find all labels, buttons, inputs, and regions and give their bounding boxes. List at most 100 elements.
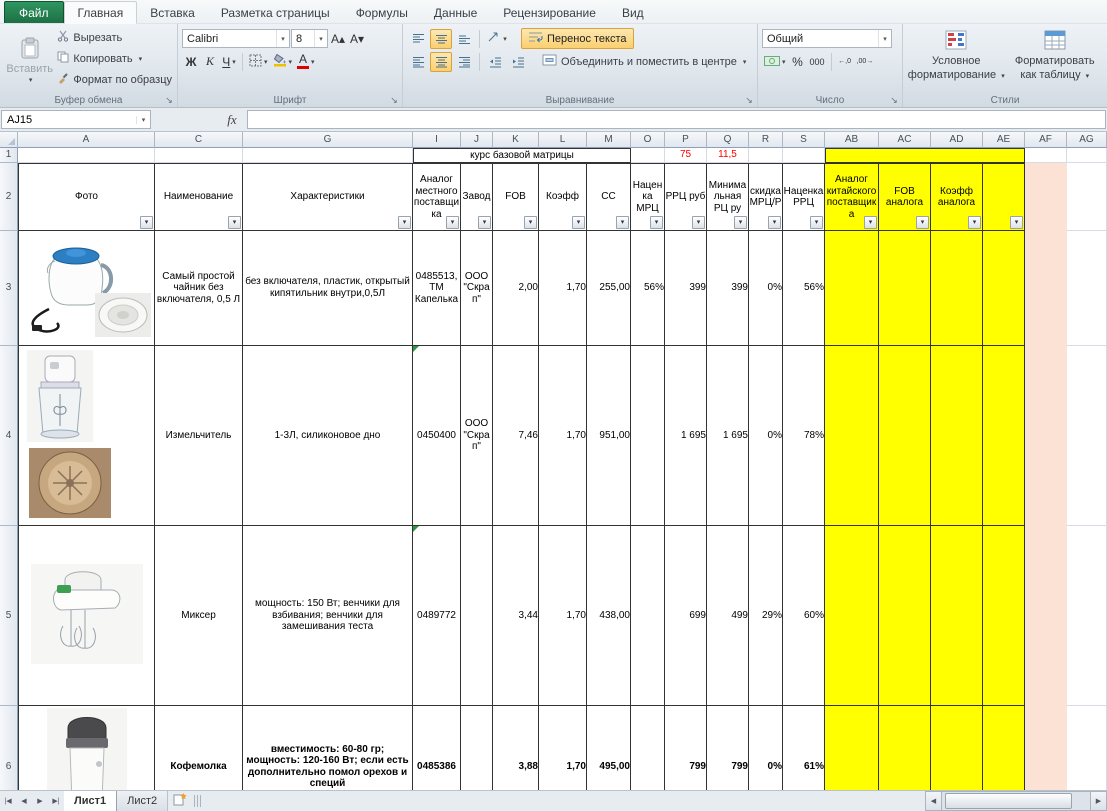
cell-rrc-row4[interactable]: 1 695 bbox=[665, 345, 707, 526]
format-painter-button[interactable]: Формат по образцу bbox=[55, 69, 174, 90]
cell-coeff-row3[interactable]: 1,70 bbox=[539, 231, 587, 346]
ribbon-tab-4[interactable]: Формулы bbox=[343, 2, 421, 23]
cell-markup-mrc-row5[interactable] bbox=[631, 526, 665, 706]
percent-style-button[interactable]: % bbox=[789, 52, 807, 72]
select-all-corner[interactable] bbox=[0, 132, 18, 148]
filter-button-name[interactable]: ▾ bbox=[228, 216, 241, 229]
increase-decimal-button[interactable]: ←,0 bbox=[836, 52, 854, 72]
photo-mixer[interactable] bbox=[18, 526, 155, 706]
empty-cell[interactable] bbox=[1067, 526, 1107, 706]
cell-markup-mrc-row4[interactable] bbox=[631, 345, 665, 526]
previous-sheet-button[interactable]: ◀ bbox=[16, 791, 32, 811]
filter-button-discount[interactable]: ▾ bbox=[768, 216, 781, 229]
copy-dropdown-arrow[interactable]: ▾ bbox=[139, 55, 143, 63]
empty-cell[interactable] bbox=[155, 148, 243, 163]
wrap-text-button[interactable]: Перенос текста bbox=[521, 28, 634, 49]
filter-button-coeff-analog[interactable]: ▾ bbox=[968, 216, 981, 229]
number-dialog-launcher[interactable]: ↘ bbox=[888, 94, 900, 106]
number-format-dropdown-arrow[interactable]: ▾ bbox=[878, 30, 891, 47]
cell-min-rc-row3[interactable]: 399 bbox=[707, 231, 749, 346]
font-color-button[interactable]: А ▾ bbox=[295, 52, 317, 72]
cell-discount-row5[interactable]: 29% bbox=[749, 526, 783, 706]
empty-cell[interactable] bbox=[1025, 148, 1067, 163]
ribbon-tab-1[interactable]: Главная bbox=[63, 1, 138, 24]
cell-local-analog-row5[interactable]: 0489772 bbox=[413, 526, 461, 706]
file-tab[interactable]: Файл bbox=[4, 1, 64, 23]
empty-cell[interactable] bbox=[1067, 706, 1107, 790]
number-format-select[interactable]: Общий ▾ bbox=[762, 29, 892, 48]
align-middle-button[interactable] bbox=[430, 28, 452, 49]
font-size-select[interactable]: 8 ▾ bbox=[291, 29, 328, 48]
insert-function-button[interactable]: fx bbox=[217, 112, 247, 128]
empty-cell[interactable] bbox=[1067, 163, 1107, 231]
filter-button-factory[interactable]: ▾ bbox=[478, 216, 491, 229]
filter-button-photo[interactable]: ▾ bbox=[140, 216, 153, 229]
cell-markup-rrc-row6[interactable]: 61% bbox=[783, 706, 825, 790]
cell-min-rc-row4[interactable]: 1 695 bbox=[707, 345, 749, 526]
empty-cell[interactable] bbox=[1025, 345, 1067, 526]
empty-cell[interactable] bbox=[1025, 526, 1067, 706]
cell-discount-row3[interactable]: 0% bbox=[749, 231, 783, 346]
cell-fob-row5[interactable]: 3,44 bbox=[493, 526, 539, 706]
row-header-5[interactable]: 5 bbox=[0, 526, 18, 706]
header-china-analog[interactable]: Аналог китайского поставщика ▾ bbox=[825, 163, 879, 231]
clipboard-dialog-launcher[interactable]: ↘ bbox=[163, 94, 175, 106]
cell-fob-row3[interactable]: 2,00 bbox=[493, 231, 539, 346]
filter-button-specs[interactable]: ▾ bbox=[398, 216, 411, 229]
conditional-formatting-button[interactable]: Условное форматирование ▾ bbox=[907, 27, 1006, 83]
format-as-table-button[interactable]: Форматировать как таблицу ▾ bbox=[1006, 27, 1105, 83]
empty-cell[interactable] bbox=[1025, 163, 1067, 231]
filter-button-fob-analog[interactable]: ▾ bbox=[916, 216, 929, 229]
ribbon-tab-6[interactable]: Рецензирование bbox=[490, 2, 609, 23]
cell-rrc-row3[interactable]: 399 bbox=[665, 231, 707, 346]
header-coeff-analog[interactable]: Коэфф аналога ▾ bbox=[931, 163, 983, 231]
empty-cell[interactable] bbox=[1025, 706, 1067, 790]
cell-discount-row4[interactable]: 0% bbox=[749, 345, 783, 526]
merge-center-button[interactable]: Объединить и поместить в центре ▾ bbox=[538, 51, 750, 72]
header-fob[interactable]: FOB ▾ bbox=[493, 163, 539, 231]
align-left-button[interactable] bbox=[407, 52, 429, 72]
cell-markup-mrc-row6[interactable] bbox=[631, 706, 665, 790]
decrease-indent-button[interactable] bbox=[484, 52, 506, 72]
filter-button-fob[interactable]: ▾ bbox=[524, 216, 537, 229]
cell-china-analog-row3[interactable] bbox=[825, 231, 879, 346]
header-fob-analog[interactable]: FOB аналога ▾ bbox=[879, 163, 931, 231]
header-markup-mrc[interactable]: Наценка МРЦ ▾ bbox=[631, 163, 665, 231]
col-header-L[interactable]: L bbox=[539, 132, 587, 148]
col-header-AD[interactable]: AD bbox=[931, 132, 983, 148]
col-header-K[interactable]: K bbox=[493, 132, 539, 148]
filter-button-coeff[interactable]: ▾ bbox=[572, 216, 585, 229]
cell-china-analog-row5[interactable] bbox=[983, 526, 1025, 706]
filter-button-local-analog[interactable]: ▾ bbox=[446, 216, 459, 229]
empty-cell[interactable] bbox=[783, 148, 825, 163]
cell-china-analog-row4[interactable] bbox=[825, 345, 879, 526]
cell-name-row5[interactable]: Миксер bbox=[155, 526, 243, 706]
header-cc[interactable]: СС ▾ bbox=[587, 163, 631, 231]
header-local-analog[interactable]: Аналог местного поставщика ▾ bbox=[413, 163, 461, 231]
align-right-button[interactable] bbox=[453, 52, 475, 72]
cell-local-analog-row3[interactable]: 0485513, ТМ Капелька bbox=[413, 231, 461, 346]
cell-row1-highlight[interactable] bbox=[825, 148, 1025, 163]
decrease-decimal-button[interactable]: ,00→ bbox=[855, 52, 876, 72]
row-header-2[interactable]: 2 bbox=[0, 163, 18, 231]
cell-markup-rrc-row4[interactable]: 78% bbox=[783, 345, 825, 526]
sheet-tab-2[interactable]: Лист2 bbox=[117, 791, 169, 811]
cell-china-analog-row6[interactable] bbox=[825, 706, 879, 790]
header-photo[interactable]: Фото ▾ bbox=[18, 163, 155, 231]
col-header-S[interactable]: S bbox=[783, 132, 825, 148]
ribbon-tab-7[interactable]: Вид bbox=[609, 2, 657, 23]
cell-discount-row6[interactable]: 0% bbox=[749, 706, 783, 790]
cell-cc-row3[interactable]: 255,00 bbox=[587, 231, 631, 346]
cell-rrc-row6[interactable]: 799 bbox=[665, 706, 707, 790]
cell-cc-row5[interactable]: 438,00 bbox=[587, 526, 631, 706]
cell-cc-row4[interactable]: 951,00 bbox=[587, 345, 631, 526]
underline-button[interactable]: Ч ▾ bbox=[220, 52, 238, 72]
cell-cc-row6[interactable]: 495,00 bbox=[587, 706, 631, 790]
align-bottom-button[interactable] bbox=[453, 29, 475, 49]
borders-button[interactable]: ▾ bbox=[247, 52, 270, 72]
ribbon-tab-3[interactable]: Разметка страницы bbox=[208, 2, 343, 23]
col-header-P[interactable]: P bbox=[665, 132, 707, 148]
align-top-button[interactable] bbox=[407, 29, 429, 49]
cell-fob-row4[interactable]: 7,46 bbox=[493, 345, 539, 526]
hscroll-track[interactable] bbox=[942, 791, 1090, 811]
